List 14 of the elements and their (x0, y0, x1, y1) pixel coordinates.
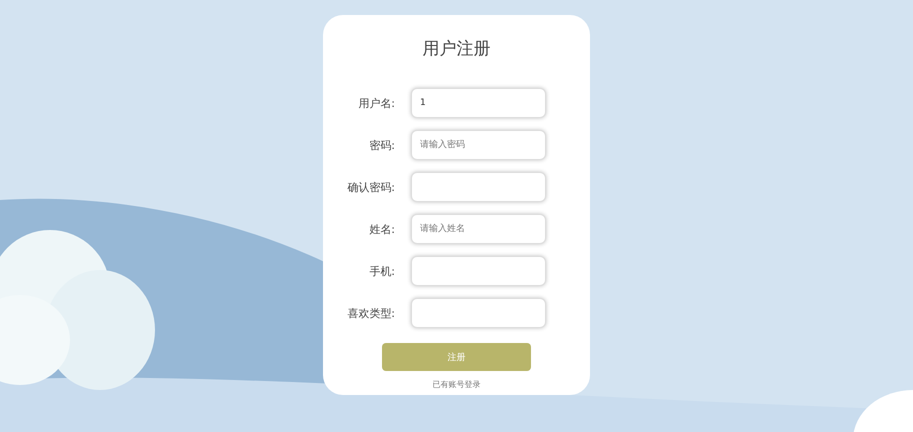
form-title: 用户注册 (422, 38, 490, 61)
field-label: 喜欢类型: (346, 306, 396, 320)
field-label: 密码: (368, 138, 396, 152)
input-field[interactable] (411, 298, 546, 328)
input-field[interactable] (411, 172, 546, 202)
field-label: 姓名: (368, 222, 396, 236)
input-field[interactable]: 请输入密码 (411, 130, 546, 160)
login-link[interactable]: 已有账号登录 (432, 379, 480, 390)
input-field[interactable]: 请输入姓名 (411, 214, 546, 244)
field-label: 手机: (368, 264, 396, 278)
input-field[interactable]: 1 (411, 88, 546, 118)
field-label: 用户名: (357, 96, 396, 110)
field-label: 确认密码: (346, 180, 396, 194)
input-field[interactable] (411, 256, 546, 286)
